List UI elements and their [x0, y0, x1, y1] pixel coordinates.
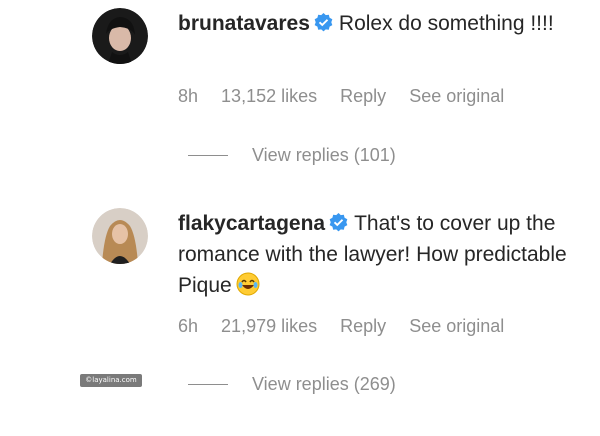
- comment-meta: 8h 13,152 likes Reply See original: [178, 86, 522, 107]
- timestamp: 6h: [178, 316, 199, 336]
- username[interactable]: flakycartagena: [178, 212, 325, 235]
- view-replies-button[interactable]: View replies (101): [188, 145, 396, 166]
- comment-text-block: brunatavares Rolex do something !!!!: [178, 8, 568, 39]
- view-replies-label: View replies (101): [252, 145, 396, 165]
- comment-text-block: flakycartagena That's to cover up the rom…: [178, 208, 568, 301]
- verified-badge-icon: [329, 213, 348, 232]
- avatar[interactable]: [92, 208, 148, 264]
- comment-text: Rolex do something !!!!: [338, 12, 554, 35]
- replies-divider-line: [188, 155, 228, 156]
- see-original-button[interactable]: See original: [409, 316, 504, 336]
- reply-button[interactable]: Reply: [340, 316, 386, 336]
- replies-divider-line: [188, 384, 228, 385]
- verified-badge-icon: [314, 13, 333, 32]
- timestamp: 8h: [178, 86, 199, 106]
- reply-button[interactable]: Reply: [340, 86, 386, 106]
- likes-count[interactable]: 13,152 likes: [221, 86, 317, 106]
- avatar[interactable]: [92, 8, 148, 64]
- laughing-crying-emoji-icon: [236, 272, 260, 296]
- view-replies-button[interactable]: View replies (269): [188, 374, 396, 395]
- see-original-button[interactable]: See original: [409, 86, 504, 106]
- likes-count[interactable]: 21,979 likes: [221, 316, 317, 336]
- watermark: ©layalina.com: [80, 374, 142, 387]
- view-replies-label: View replies (269): [252, 374, 396, 394]
- comment-meta: 6h 21,979 likes Reply See original: [178, 316, 522, 337]
- username[interactable]: brunatavares: [178, 12, 310, 35]
- comment-item: brunatavares Rolex do something !!!! 8h 1…: [0, 0, 600, 180]
